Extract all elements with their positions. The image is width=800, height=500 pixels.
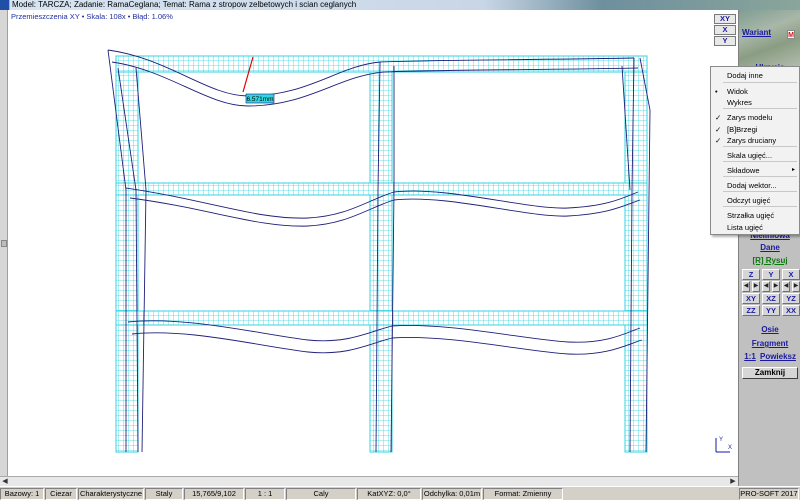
scale-1to1-button[interactable]: 1:1 bbox=[743, 352, 757, 361]
menu-item-label: Skala ugięć... bbox=[727, 151, 773, 160]
view-yy-button[interactable]: YY bbox=[762, 305, 780, 316]
menu-item-label: Zarys druciany bbox=[727, 136, 777, 145]
window-title: Model: TARCZA; Zadanie: RamaCeglana; Tem… bbox=[10, 0, 800, 10]
mesh-member bbox=[624, 55, 648, 453]
menu-item-label: Dodaj inne bbox=[727, 71, 763, 80]
status-cell: Caly bbox=[286, 487, 356, 500]
menu-separator bbox=[723, 206, 797, 207]
rotate-left-icon[interactable]: ◀ bbox=[782, 281, 790, 292]
left-scroll-thumb[interactable] bbox=[1, 240, 7, 247]
variant-mark: M bbox=[787, 30, 795, 39]
menu-item[interactable]: Skala ugięć... bbox=[711, 150, 799, 161]
checkmark-icon: ✓ bbox=[715, 136, 722, 145]
left-scrollbar[interactable] bbox=[0, 10, 8, 486]
radio-dot-icon: • bbox=[715, 87, 718, 96]
view-info-line: Przemieszczenia XY • Skala: 108x • Błąd:… bbox=[11, 12, 173, 21]
finite-element-mesh bbox=[115, 55, 648, 453]
rotate-right-icon[interactable]: ▶ bbox=[752, 281, 760, 292]
axes-button[interactable]: Osie bbox=[743, 325, 797, 334]
menu-item[interactable]: Lista ugięć bbox=[711, 222, 799, 233]
status-cell: Odchylka: 0,01m bbox=[422, 487, 482, 500]
view-z-button[interactable]: Z bbox=[742, 269, 760, 280]
status-cell: PRO-SOFT 2017 bbox=[739, 487, 799, 500]
status-cell: 15,765/9,102 bbox=[184, 487, 244, 500]
menu-separator bbox=[723, 146, 797, 147]
menu-item-label: Zarys modelu bbox=[727, 113, 773, 122]
panel-background-image bbox=[739, 10, 800, 70]
fragment-button[interactable]: Fragment bbox=[743, 339, 797, 348]
nav-y-button[interactable]: Y bbox=[714, 36, 736, 46]
view-xy-button[interactable]: XY bbox=[742, 293, 760, 304]
app-icon bbox=[0, 0, 10, 10]
axis-orientation-icon: Y X bbox=[715, 437, 732, 453]
nav-xy-button[interactable]: XY bbox=[714, 14, 736, 24]
menu-item[interactable]: [B]Brzegi ✓ bbox=[711, 124, 799, 135]
menu-item-label: Odczyt ugięć bbox=[727, 196, 771, 205]
view-xz-button[interactable]: XZ bbox=[762, 293, 780, 304]
menu-separator bbox=[723, 82, 797, 83]
menu-item-label: Wykres bbox=[727, 98, 752, 107]
status-cell: Charakterystyczne bbox=[78, 487, 144, 500]
menu-item-label: Widok bbox=[727, 87, 748, 96]
menu-item[interactable]: Odczyt ugięć bbox=[711, 195, 799, 206]
menu-item[interactable]: Dodaj wektor... bbox=[711, 180, 799, 191]
status-cell: 1 : 1 bbox=[245, 487, 285, 500]
checkmark-icon: ✓ bbox=[715, 113, 722, 122]
submenu-arrow-icon: ▸ bbox=[791, 167, 795, 173]
menu-item[interactable]: Dodaj inne bbox=[711, 70, 799, 81]
menu-item[interactable]: Wykres bbox=[711, 97, 799, 108]
frame-deformation-drawing[interactable]: 6.571mm bbox=[8, 10, 738, 476]
menu-item[interactable]: Widok • bbox=[711, 86, 799, 97]
deflection-label: 6.571mm bbox=[246, 96, 273, 103]
horizontal-scrollbar[interactable]: ◀ ▶ bbox=[0, 476, 738, 486]
status-cell: Ciezar bbox=[45, 487, 77, 500]
menu-item-label: Dodaj wektor... bbox=[727, 181, 777, 190]
axis-x-label: X bbox=[728, 445, 732, 451]
menu-item[interactable]: Zarys modelu ✓ bbox=[711, 112, 799, 123]
menu-item[interactable]: Składowe ▸ bbox=[711, 165, 799, 176]
view-axis-nav: XY X Y bbox=[712, 14, 738, 58]
status-cell: KatXYZ: 0,0° bbox=[357, 487, 421, 500]
draw-button[interactable]: [R] Rysuj bbox=[743, 256, 797, 265]
menu-item-label: [B]Brzegi bbox=[727, 125, 758, 134]
drawing-canvas[interactable]: 6.571mm Przemieszczenia XY • Skala: 108x… bbox=[8, 10, 738, 486]
rotate-left-icon[interactable]: ◀ bbox=[762, 281, 770, 292]
mesh-member bbox=[115, 55, 648, 73]
checkmark-icon: ✓ bbox=[715, 125, 722, 134]
view-y-button[interactable]: Y bbox=[762, 269, 780, 280]
view-xx-button[interactable]: XX bbox=[782, 305, 800, 316]
view-yz-button[interactable]: YZ bbox=[782, 293, 800, 304]
data-button[interactable]: Dane bbox=[743, 243, 797, 252]
menu-item[interactable]: Zarys druciany ✓ bbox=[711, 135, 799, 146]
rotate-left-icon[interactable]: ◀ bbox=[742, 281, 750, 292]
status-cell: Staly bbox=[145, 487, 183, 500]
close-button[interactable]: Zamknij bbox=[742, 367, 798, 379]
menu-item[interactable]: Strzałka ugięć bbox=[711, 210, 799, 221]
variant-button[interactable]: Wariant bbox=[742, 28, 771, 37]
mesh-member bbox=[115, 55, 139, 453]
mesh-member bbox=[115, 182, 648, 196]
menu-separator bbox=[723, 191, 797, 192]
menu-item-label: Strzałka ugięć bbox=[727, 211, 775, 220]
view-x-button[interactable]: X bbox=[782, 269, 800, 280]
zoom-button[interactable]: Powieksz bbox=[759, 352, 797, 361]
menu-item-label: Składowe bbox=[727, 166, 760, 175]
context-menu: Dodaj inne Widok • Wykres Zarys modelu ✓ [B]Br… bbox=[710, 66, 800, 235]
status-cell: Bazowy: 1 bbox=[0, 487, 44, 500]
menu-item-label: Lista ugięć bbox=[727, 223, 763, 232]
menu-separator bbox=[723, 108, 797, 109]
mesh-member bbox=[369, 55, 393, 453]
title-bar: Model: TARCZA; Zadanie: RamaCeglana; Tem… bbox=[0, 0, 800, 10]
axis-y-label: Y bbox=[719, 437, 723, 443]
rotate-right-icon[interactable]: ▶ bbox=[772, 281, 780, 292]
rotate-right-icon[interactable]: ▶ bbox=[792, 281, 800, 292]
menu-separator bbox=[723, 161, 797, 162]
status-bar: Bazowy: 1 Ciezar Charakterystyczne Staly 15,… bbox=[0, 486, 800, 500]
nav-x-button[interactable]: X bbox=[714, 25, 736, 35]
menu-separator bbox=[723, 176, 797, 177]
view-zz-button[interactable]: ZZ bbox=[742, 305, 760, 316]
status-cell: Format: Zmienny bbox=[483, 487, 563, 500]
